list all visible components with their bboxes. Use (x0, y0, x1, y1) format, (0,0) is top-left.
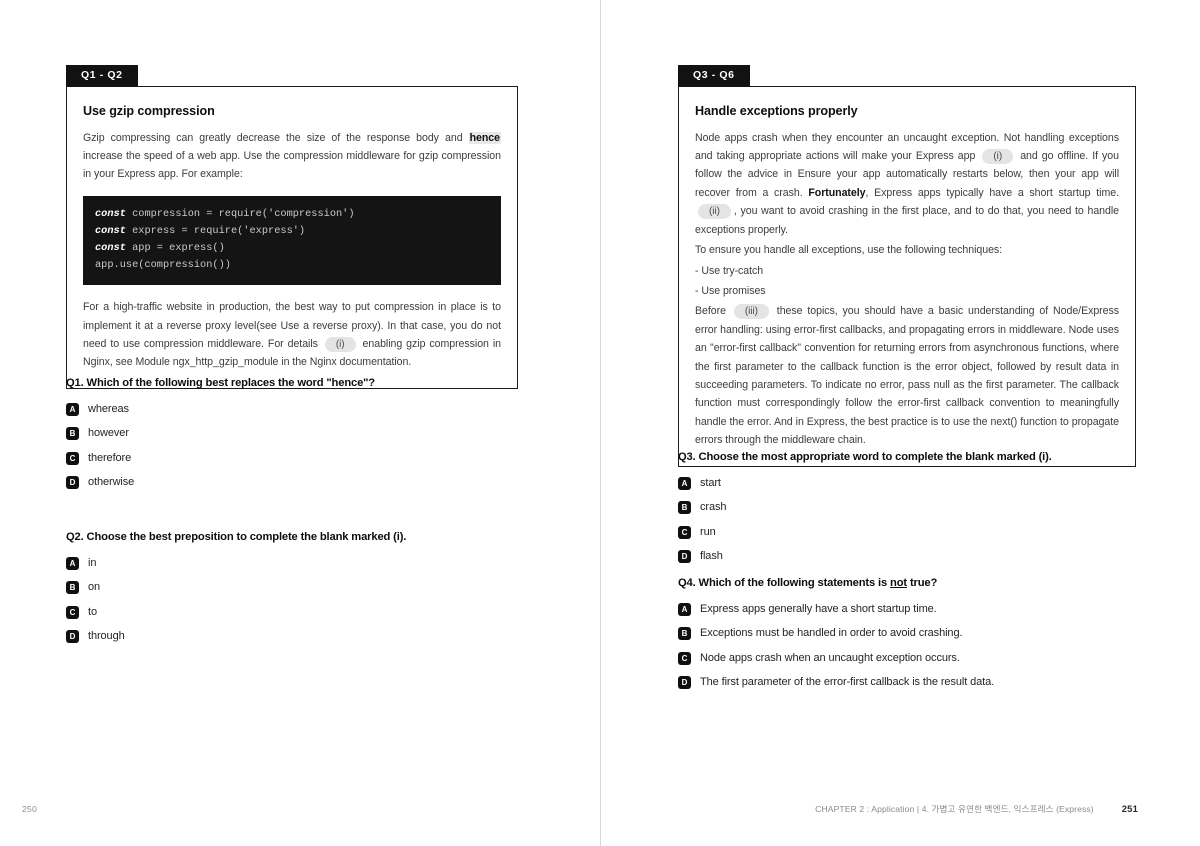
question-prompt: Q1. Which of the following best replaces… (66, 377, 375, 389)
page-number-left: 250 (22, 804, 37, 814)
page-footer-right: CHAPTER 2 : Application | 4. 가볍고 유연한 백엔드… (815, 803, 1138, 815)
option-badge-c: C (678, 525, 691, 539)
question-prompt-part-a: Q4. Which of the following statements is (678, 577, 891, 589)
passage-tab-label: Q3 - Q6 (678, 65, 750, 87)
code-block: const compression = require('compression… (83, 195, 501, 286)
option-badge-d: D (66, 629, 79, 643)
passage-p1-part-c: , Express apps typically have a short st… (865, 186, 1120, 199)
option-badge-a: A (678, 603, 691, 616)
option-label: on (88, 581, 101, 594)
question-block-q4: Q4. Which of the following statements is… (678, 577, 1136, 699)
option-label: The first parameter of the error-first c… (700, 675, 995, 688)
question-prompt: Q2. Choose the best preposition to compl… (66, 531, 407, 543)
option-badge-d: D (66, 475, 79, 489)
option-label: crash (700, 501, 727, 514)
passage-p3-part-b: these topics, you should have a basic un… (695, 305, 1119, 447)
option-label: Node apps crash when an uncaught excepti… (700, 651, 960, 664)
option-row[interactable]: B crash (678, 500, 1136, 515)
option-row[interactable]: A whereas (66, 402, 518, 416)
option-row[interactable]: C to (66, 605, 518, 619)
question-block-q3: Q3. Choose the most appropriate word to … (678, 451, 1136, 573)
passage-p3-part-a: Before (695, 305, 731, 318)
option-label: Exceptions must be handled in order to a… (700, 627, 963, 640)
option-label: in (88, 557, 97, 569)
right-page: Q3 - Q6 Handle exceptions properly Node … (600, 0, 1200, 846)
passage-paragraph-1: Node apps crash when they encounter an u… (695, 129, 1119, 240)
option-badge-b: B (678, 627, 691, 641)
option-label: therefore (88, 451, 132, 464)
code-content: const compression = require('compression… (95, 207, 355, 272)
option-badge-c: C (66, 451, 79, 465)
option-badge-c: C (66, 605, 79, 619)
option-row[interactable]: D flash (678, 549, 1136, 563)
option-label: Express apps generally have a short star… (700, 603, 937, 615)
passage-p1-part-a: Gzip compressing can greatly decrease th… (83, 131, 469, 144)
question-prompt: Q4. Which of the following statements is… (678, 577, 1136, 589)
passage-paragraph-2: To ensure you handle all exceptions, use… (695, 244, 1003, 257)
option-badge-b: B (678, 501, 691, 515)
question-prompt: Q3. Choose the most appropriate word to … (678, 451, 1052, 463)
blank-marker-iii: (iii) (733, 304, 769, 320)
option-label: however (88, 427, 129, 440)
option-label: otherwise (88, 475, 135, 488)
option-row[interactable]: C Node apps crash when an uncaught excep… (678, 651, 1136, 665)
passage-paragraph-2: For a high-traffic website in production… (83, 298, 501, 372)
passage-p1-part-d: , you want to avoid crashing in the firs… (695, 205, 1119, 236)
option-badge-b: B (66, 581, 79, 595)
passage-card-q1-q2: Q1 - Q2 Use gzip compression Gzip compre… (66, 64, 518, 389)
option-badge-a: A (678, 477, 691, 490)
option-label: through (88, 629, 125, 642)
passage-p1-part-b: increase the speed of a web app. Use the… (83, 149, 501, 181)
option-badge-a: A (66, 557, 79, 570)
book-spread: Q1 - Q2 Use gzip compression Gzip compre… (0, 0, 1200, 846)
passage-card-body: Handle exceptions properly Node apps cra… (678, 85, 1136, 467)
question-block-q1: Q1. Which of the following best replaces… (66, 377, 518, 499)
passage-title: Handle exceptions properly (695, 103, 858, 118)
option-badge-d: D (678, 549, 691, 563)
left-page: Q1 - Q2 Use gzip compression Gzip compre… (0, 0, 600, 846)
option-row[interactable]: A start (678, 476, 1136, 490)
option-badge-d: D (678, 675, 691, 689)
option-row[interactable]: A Express apps generally have a short st… (678, 602, 1136, 616)
question-prompt-part-b: true? (906, 577, 938, 589)
option-label: start (700, 477, 721, 489)
blank-marker-ii: (ii) (698, 204, 731, 220)
code-keyword: const (95, 224, 126, 237)
option-row[interactable]: A in (66, 556, 518, 570)
running-head: CHAPTER 2 : Application | 4. 가볍고 유연한 백엔드… (815, 804, 1094, 814)
option-row[interactable]: C run (678, 525, 1136, 539)
keyword-fortunately: Fortunately (808, 186, 866, 199)
passage-bullet-try-catch: - Use try-catch (695, 264, 764, 277)
option-row[interactable]: C therefore (66, 451, 518, 465)
keyword-hence: hence (468, 131, 501, 144)
passage-paragraph-1: Gzip compressing can greatly decrease th… (83, 129, 501, 184)
code-keyword: const (95, 207, 126, 220)
option-badge-a: A (66, 403, 79, 416)
option-row[interactable]: D through (66, 629, 518, 643)
passage-tab-label: Q1 - Q2 (66, 65, 138, 87)
option-row[interactable]: B on (66, 580, 518, 595)
option-label: to (88, 605, 97, 618)
option-row[interactable]: B Exceptions must be handled in order to… (678, 626, 1136, 641)
option-badge-b: B (66, 427, 79, 441)
page-number-right: 251 (1121, 803, 1138, 814)
question-block-q2: Q2. Choose the best preposition to compl… (66, 531, 518, 653)
passage-card-q3-q6: Q3 - Q6 Handle exceptions properly Node … (678, 64, 1136, 467)
code-keyword: const (95, 241, 126, 254)
option-row[interactable]: D otherwise (66, 475, 518, 489)
question-prompt-emphasis: not (890, 577, 907, 589)
option-label: whereas (88, 403, 129, 415)
passage-paragraph-3: Before (iii) these topics, you should ha… (695, 302, 1119, 449)
option-label: run (700, 525, 716, 538)
passage-bullet-promises: - Use promises (695, 284, 766, 297)
option-row[interactable]: B however (66, 426, 518, 441)
option-row[interactable]: D The first parameter of the error-first… (678, 675, 1136, 689)
option-badge-c: C (678, 651, 691, 665)
passage-card-body: Use gzip compression Gzip compressing ca… (66, 85, 518, 389)
blank-marker-i: (i) (982, 148, 1014, 164)
blank-marker-i: (i) (324, 336, 356, 352)
option-label: flash (700, 549, 723, 562)
passage-title: Use gzip compression (83, 103, 215, 118)
